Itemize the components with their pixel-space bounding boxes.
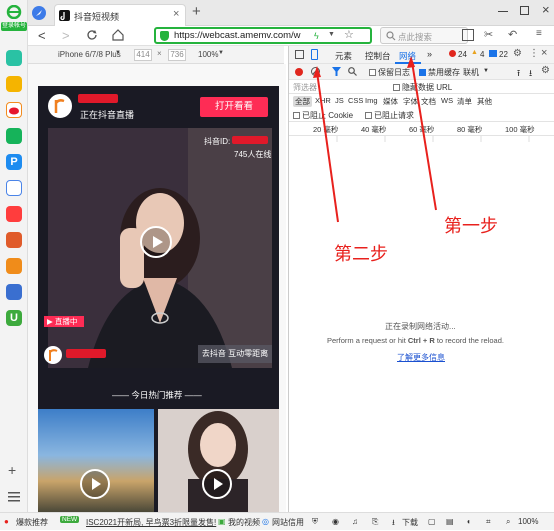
window-icon[interactable]: ▢ [428, 517, 436, 526]
sound-icon[interactable]: ◖ [466, 517, 471, 526]
volume-icon[interactable]: ♫ [352, 517, 358, 526]
annotation-arrows [313, 56, 437, 223]
zoom-level[interactable]: 100% [518, 517, 538, 526]
shield-icon[interactable]: ⛨ [312, 517, 318, 527]
speaker-icon[interactable]: ◉ [332, 517, 339, 526]
step-one-label: 第一步 [444, 216, 498, 236]
hot-rec-icon: ● [4, 517, 9, 526]
video-icon: ▣ [218, 517, 226, 526]
download-icon: ⭳ [392, 518, 395, 527]
site-credit-link[interactable]: 网站信用 [272, 517, 304, 528]
site-credit-icon: ◎ [262, 517, 269, 526]
panel-icon[interactable]: ▤ [446, 517, 454, 526]
crop-icon[interactable]: ⌗ [486, 517, 491, 527]
my-video-link[interactable]: 我的视频 [228, 517, 260, 528]
zoom-icon: ⌕ [506, 517, 511, 526]
download-link[interactable]: 下载 [402, 517, 418, 528]
step-two-label: 第二步 [334, 244, 388, 264]
news-link[interactable]: ISC2021开新局, 早鸟票3折限量发售! [86, 517, 216, 528]
status-bar: ● 爆款推荐 NEW ISC2021开新局, 早鸟票3折限量发售! ▣ 我的视频… [0, 512, 554, 530]
hot-rec-link[interactable]: 爆款推荐 [16, 517, 48, 528]
cast-icon[interactable]: ⎘ [372, 517, 378, 527]
news-badge: NEW [60, 516, 80, 523]
